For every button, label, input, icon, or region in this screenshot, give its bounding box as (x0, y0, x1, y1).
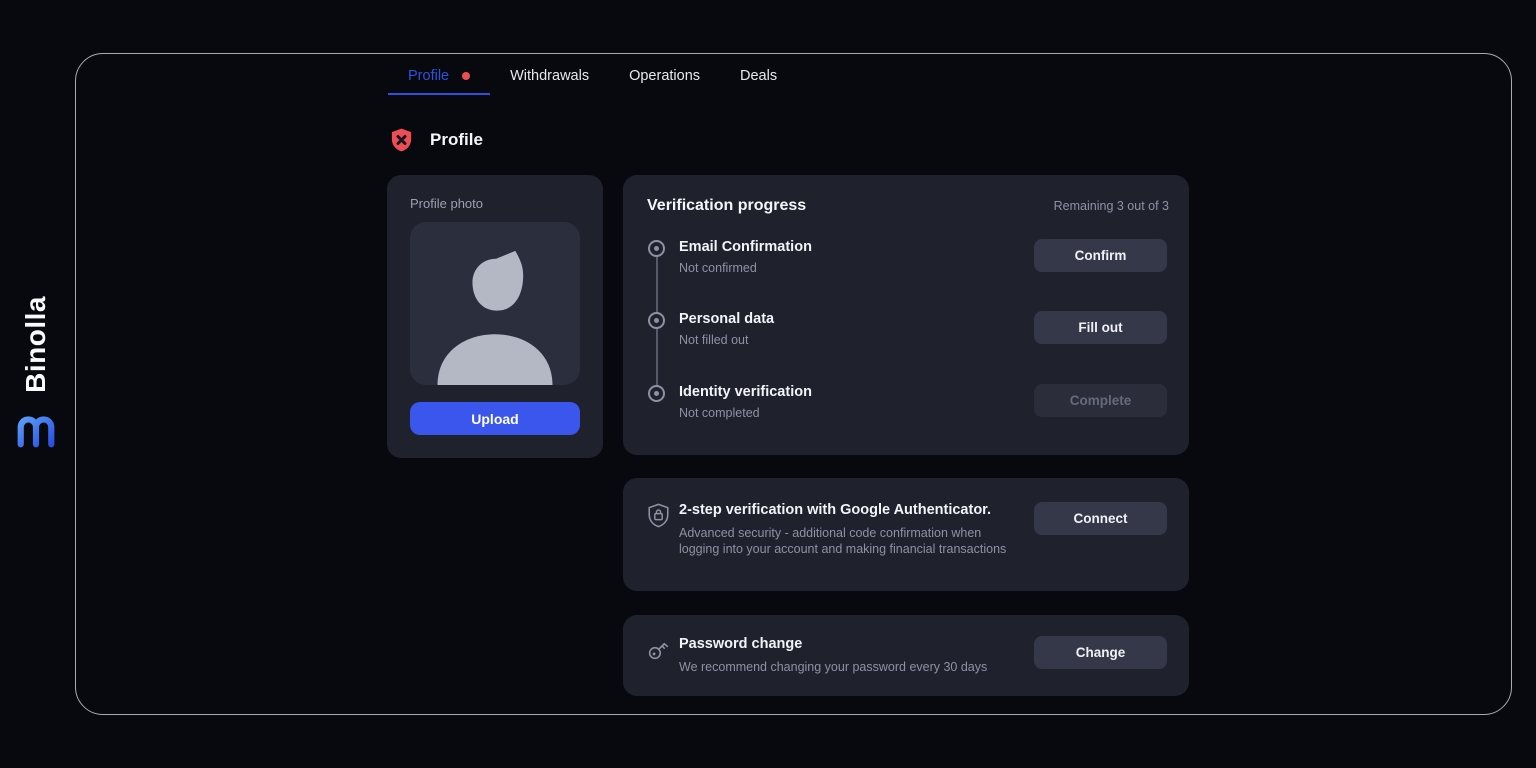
fill-out-button[interactable]: Fill out (1034, 311, 1167, 344)
step-personal-data: Personal data Not filled out Fill out (648, 311, 1167, 351)
twofa-row: 2-step verification with Google Authenti… (647, 478, 1167, 591)
tab-operations-label: Operations (629, 68, 700, 84)
twofa-texts: 2-step verification with Google Authenti… (679, 502, 1034, 557)
profile-photo-card: Profile photo Upload (387, 175, 603, 458)
upload-button[interactable]: Upload (410, 402, 580, 435)
password-description: We recommend changing your password ever… (679, 659, 1034, 675)
alert-dot-icon (462, 72, 470, 80)
page-heading: Profile (391, 128, 483, 152)
page-title: Profile (430, 130, 483, 150)
brand-sidebar: Binolla (10, 296, 62, 449)
connect-button[interactable]: Connect (1034, 502, 1167, 535)
step-status: Not confirmed (679, 261, 1034, 275)
password-texts: Password change We recommend changing yo… (679, 636, 1034, 675)
tab-operations[interactable]: Operations (609, 58, 720, 95)
twofa-title: 2-step verification with Google Authenti… (679, 502, 1034, 518)
step-identity-verification: Identity verification Not completed Comp… (648, 384, 1167, 424)
step-marker-icon (648, 312, 665, 329)
tab-withdrawals-label: Withdrawals (510, 68, 589, 84)
person-silhouette-icon (421, 243, 569, 385)
step-marker-icon (648, 385, 665, 402)
step-status: Not completed (679, 406, 1034, 420)
step-texts: Identity verification Not completed (679, 384, 1034, 420)
verification-title: Verification progress (647, 197, 806, 215)
step-title: Personal data (679, 311, 1034, 327)
password-row: Password change We recommend changing yo… (647, 615, 1167, 696)
password-title: Password change (679, 636, 1034, 652)
key-icon (647, 637, 670, 662)
tab-deals-label: Deals (740, 68, 777, 84)
confirm-button[interactable]: Confirm (1034, 239, 1167, 272)
shield-lock-icon (647, 503, 670, 528)
password-card: Password change We recommend changing yo… (623, 615, 1189, 696)
tab-deals[interactable]: Deals (720, 58, 797, 95)
brand-name: Binolla (20, 296, 52, 393)
step-texts: Personal data Not filled out (679, 311, 1034, 347)
tab-bar: Profile Withdrawals Operations Deals (388, 58, 797, 95)
step-title: Identity verification (679, 384, 1034, 400)
verification-remaining: Remaining 3 out of 3 (1054, 199, 1169, 213)
twofa-card: 2-step verification with Google Authenti… (623, 478, 1189, 591)
step-title: Email Confirmation (679, 239, 1034, 255)
profile-photo-label: Profile photo (410, 196, 580, 211)
step-marker-icon (648, 240, 665, 257)
step-texts: Email Confirmation Not confirmed (679, 239, 1034, 275)
complete-button[interactable]: Complete (1034, 384, 1167, 417)
change-button[interactable]: Change (1034, 636, 1167, 669)
verification-header: Verification progress Remaining 3 out of… (647, 197, 1169, 215)
tab-profile[interactable]: Profile (388, 58, 490, 95)
tab-withdrawals[interactable]: Withdrawals (490, 58, 609, 95)
twofa-description: Advanced security - additional code conf… (679, 525, 1021, 557)
verification-card: Verification progress Remaining 3 out of… (623, 175, 1189, 455)
binolla-logo-icon (15, 409, 57, 449)
tab-profile-label: Profile (408, 68, 449, 84)
avatar (410, 222, 580, 385)
step-email-confirmation: Email Confirmation Not confirmed Confirm (648, 239, 1167, 279)
shield-alert-icon (391, 128, 412, 152)
step-status: Not filled out (679, 333, 1034, 347)
